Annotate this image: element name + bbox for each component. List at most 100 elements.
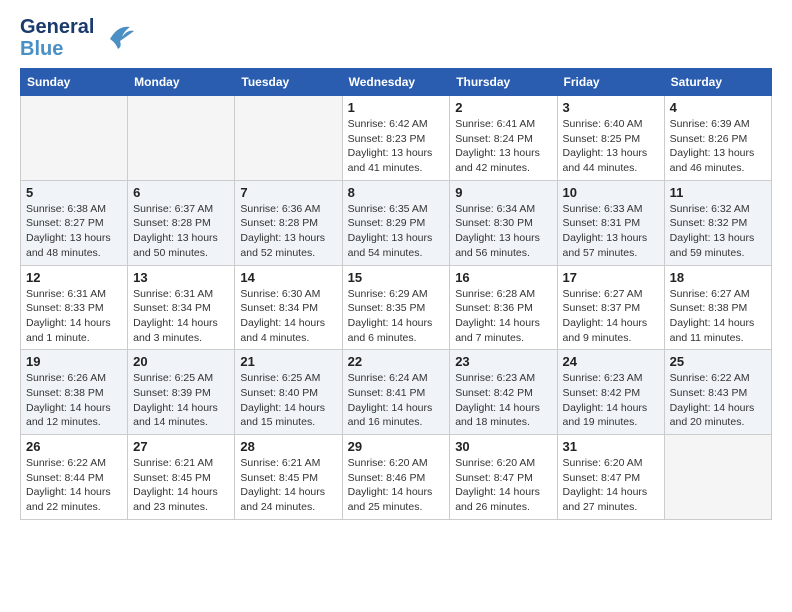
day-info: Sunrise: 6:21 AMSunset: 8:45 PMDaylight:… — [133, 456, 229, 515]
calendar-header-wednesday: Wednesday — [342, 69, 450, 96]
calendar-cell: 26 Sunrise: 6:22 AMSunset: 8:44 PMDayligh… — [21, 435, 128, 520]
calendar-cell: 19 Sunrise: 6:26 AMSunset: 8:38 PMDayligh… — [21, 350, 128, 435]
day-info: Sunrise: 6:29 AMSunset: 8:35 PMDaylight:… — [348, 287, 445, 346]
calendar-cell: 8 Sunrise: 6:35 AMSunset: 8:29 PMDaylight… — [342, 180, 450, 265]
calendar-cell: 20Sunrise: 6:25 AMSunset: 8:39 PMDayligh… — [128, 350, 235, 435]
day-info: Sunrise: 6:31 AMSunset: 8:33 PMDaylight:… — [26, 287, 122, 346]
calendar-header-thursday: Thursday — [450, 69, 557, 96]
calendar-cell: 7 Sunrise: 6:36 AMSunset: 8:28 PMDaylight… — [235, 180, 342, 265]
day-info: Sunrise: 6:27 AMSunset: 8:37 PMDaylight:… — [563, 287, 659, 346]
day-info: Sunrise: 6:22 AMSunset: 8:44 PMDaylight:… — [26, 456, 122, 515]
day-number: 22 — [348, 354, 445, 369]
day-number: 6 — [133, 185, 229, 200]
day-number: 30 — [455, 439, 551, 454]
day-number: 13 — [133, 270, 229, 285]
day-number: 11 — [670, 185, 766, 200]
logo-general: General — [20, 16, 94, 38]
day-info: Sunrise: 6:37 AMSunset: 8:28 PMDaylight:… — [133, 202, 229, 261]
day-info: Sunrise: 6:28 AMSunset: 8:36 PMDaylight:… — [455, 287, 551, 346]
day-info: Sunrise: 6:35 AMSunset: 8:29 PMDaylight:… — [348, 202, 445, 261]
day-number: 14 — [240, 270, 336, 285]
day-number: 27 — [133, 439, 229, 454]
calendar-header-row: SundayMondayTuesdayWednesdayThursdayFrid… — [21, 69, 772, 96]
day-info: Sunrise: 6:25 AMSunset: 8:39 PMDaylight:… — [133, 371, 229, 430]
day-number: 3 — [563, 100, 659, 115]
day-number: 12 — [26, 270, 122, 285]
calendar-cell: 17 Sunrise: 6:27 AMSunset: 8:37 PMDayligh… — [557, 265, 664, 350]
day-info: Sunrise: 6:25 AMSunset: 8:40 PMDaylight:… — [240, 371, 336, 430]
day-number: 17 — [563, 270, 659, 285]
calendar-cell: 24 Sunrise: 6:23 AMSunset: 8:42 PMDayligh… — [557, 350, 664, 435]
calendar-cell: 31 Sunrise: 6:20 AMSunset: 8:47 PMDayligh… — [557, 435, 664, 520]
day-number: 26 — [26, 439, 122, 454]
calendar-cell: 10 Sunrise: 6:33 AMSunset: 8:31 PMDayligh… — [557, 180, 664, 265]
day-number: 18 — [670, 270, 766, 285]
day-info: Sunrise: 6:36 AMSunset: 8:28 PMDaylight:… — [240, 202, 336, 261]
day-number: 9 — [455, 185, 551, 200]
calendar-cell: 11 Sunrise: 6:32 AMSunset: 8:32 PMDayligh… — [664, 180, 771, 265]
calendar-cell: 9 Sunrise: 6:34 AMSunset: 8:30 PMDaylight… — [450, 180, 557, 265]
day-number: 23 — [455, 354, 551, 369]
day-info: Sunrise: 6:30 AMSunset: 8:34 PMDaylight:… — [240, 287, 336, 346]
logo-blue: Blue — [20, 38, 94, 60]
calendar-header-sunday: Sunday — [21, 69, 128, 96]
calendar-cell: 30 Sunrise: 6:20 AMSunset: 8:47 PMDayligh… — [450, 435, 557, 520]
calendar-cell: 15 Sunrise: 6:29 AMSunset: 8:35 PMDayligh… — [342, 265, 450, 350]
day-info: Sunrise: 6:20 AMSunset: 8:47 PMDaylight:… — [455, 456, 551, 515]
calendar-week-row: 5Sunrise: 6:38 AMSunset: 8:27 PMDaylight… — [21, 180, 772, 265]
calendar-cell — [21, 96, 128, 181]
day-number: 16 — [455, 270, 551, 285]
logo-bird-icon — [100, 17, 136, 60]
day-number: 2 — [455, 100, 551, 115]
day-number: 31 — [563, 439, 659, 454]
calendar-table: SundayMondayTuesdayWednesdayThursdayFrid… — [20, 68, 772, 520]
day-number: 7 — [240, 185, 336, 200]
day-info: Sunrise: 6:42 AMSunset: 8:23 PMDaylight:… — [348, 117, 445, 176]
day-info: Sunrise: 6:27 AMSunset: 8:38 PMDaylight:… — [670, 287, 766, 346]
calendar-cell: 21 Sunrise: 6:25 AMSunset: 8:40 PMDayligh… — [235, 350, 342, 435]
day-number: 21 — [240, 354, 336, 369]
calendar-header-tuesday: Tuesday — [235, 69, 342, 96]
calendar-cell: 16 Sunrise: 6:28 AMSunset: 8:36 PMDayligh… — [450, 265, 557, 350]
calendar-cell: 5Sunrise: 6:38 AMSunset: 8:27 PMDaylight… — [21, 180, 128, 265]
day-number: 8 — [348, 185, 445, 200]
calendar-cell: 2Sunrise: 6:41 AMSunset: 8:24 PMDaylight… — [450, 96, 557, 181]
day-info: Sunrise: 6:34 AMSunset: 8:30 PMDaylight:… — [455, 202, 551, 261]
day-info: Sunrise: 6:21 AMSunset: 8:45 PMDaylight:… — [240, 456, 336, 515]
calendar-cell — [128, 96, 235, 181]
day-info: Sunrise: 6:38 AMSunset: 8:27 PMDaylight:… — [26, 202, 122, 261]
day-info: Sunrise: 6:31 AMSunset: 8:34 PMDaylight:… — [133, 287, 229, 346]
calendar-header-saturday: Saturday — [664, 69, 771, 96]
day-info: Sunrise: 6:26 AMSunset: 8:38 PMDaylight:… — [26, 371, 122, 430]
day-info: Sunrise: 6:22 AMSunset: 8:43 PMDaylight:… — [670, 371, 766, 430]
calendar-cell: 25 Sunrise: 6:22 AMSunset: 8:43 PMDayligh… — [664, 350, 771, 435]
day-number: 25 — [670, 354, 766, 369]
calendar-cell: 1Sunrise: 6:42 AMSunset: 8:23 PMDaylight… — [342, 96, 450, 181]
day-number: 28 — [240, 439, 336, 454]
calendar-cell: 18 Sunrise: 6:27 AMSunset: 8:38 PMDayligh… — [664, 265, 771, 350]
calendar-cell: 14 Sunrise: 6:30 AMSunset: 8:34 PMDayligh… — [235, 265, 342, 350]
logo: General Blue — [20, 16, 136, 60]
day-info: Sunrise: 6:20 AMSunset: 8:47 PMDaylight:… — [563, 456, 659, 515]
calendar-cell: 28 Sunrise: 6:21 AMSunset: 8:45 PMDayligh… — [235, 435, 342, 520]
day-info: Sunrise: 6:23 AMSunset: 8:42 PMDaylight:… — [563, 371, 659, 430]
calendar-cell: 29Sunrise: 6:20 AMSunset: 8:46 PMDayligh… — [342, 435, 450, 520]
day-number: 29 — [348, 439, 445, 454]
day-number: 24 — [563, 354, 659, 369]
day-number: 15 — [348, 270, 445, 285]
day-info: Sunrise: 6:33 AMSunset: 8:31 PMDaylight:… — [563, 202, 659, 261]
day-info: Sunrise: 6:32 AMSunset: 8:32 PMDaylight:… — [670, 202, 766, 261]
day-number: 10 — [563, 185, 659, 200]
calendar-week-row: 12 Sunrise: 6:31 AMSunset: 8:33 PMDayligh… — [21, 265, 772, 350]
day-info: Sunrise: 6:40 AMSunset: 8:25 PMDaylight:… — [563, 117, 659, 176]
calendar-header-monday: Monday — [128, 69, 235, 96]
calendar-cell — [664, 435, 771, 520]
calendar-week-row: 26 Sunrise: 6:22 AMSunset: 8:44 PMDayligh… — [21, 435, 772, 520]
calendar-cell: 22Sunrise: 6:24 AMSunset: 8:41 PMDayligh… — [342, 350, 450, 435]
day-info: Sunrise: 6:23 AMSunset: 8:42 PMDaylight:… — [455, 371, 551, 430]
day-number: 19 — [26, 354, 122, 369]
day-number: 4 — [670, 100, 766, 115]
calendar-week-row: 1Sunrise: 6:42 AMSunset: 8:23 PMDaylight… — [21, 96, 772, 181]
calendar-cell — [235, 96, 342, 181]
day-info: Sunrise: 6:39 AMSunset: 8:26 PMDaylight:… — [670, 117, 766, 176]
